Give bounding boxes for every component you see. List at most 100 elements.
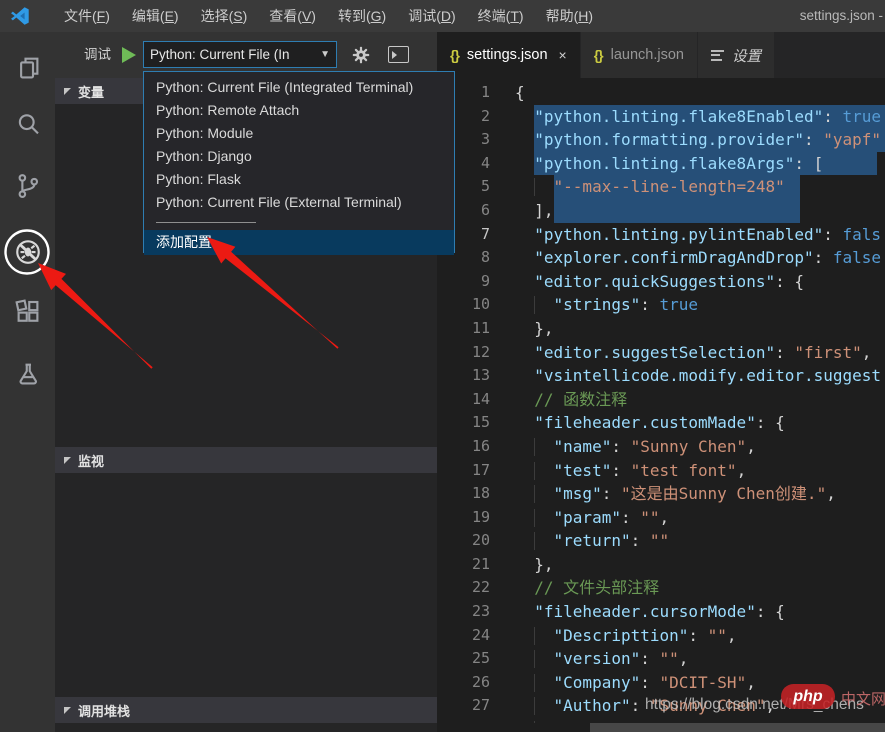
code-line[interactable]: 5"--max--line-length=248" — [437, 175, 885, 199]
line-content: "Descripttion": "", — [515, 624, 885, 648]
code-line[interactable]: 4"python.linting.flake8Args": [ — [437, 152, 885, 176]
line-content: "python.formatting.provider": "yapf" — [515, 128, 885, 152]
code-text: "python.linting.flake8Args": [ — [534, 152, 823, 176]
line-number: 24 — [437, 624, 490, 648]
indent-guide — [534, 485, 535, 503]
line-number: 26 — [437, 671, 490, 695]
line-number: 16 — [437, 435, 490, 459]
section-header-callstack[interactable]: 调用堆栈 — [55, 697, 437, 723]
code-text: "fileheader.cursorMode": { — [534, 600, 784, 624]
line-content: "fileheader.cursorMode": { — [515, 600, 885, 624]
code-text: // 文件头部注释 — [534, 576, 659, 600]
code-line[interactable]: 1{ — [437, 81, 885, 105]
close-icon[interactable]: × — [559, 47, 567, 63]
code-line[interactable]: 21}, — [437, 553, 885, 577]
line-number: 17 — [437, 459, 490, 483]
line-content: "editor.quickSuggestions": { — [515, 270, 885, 294]
code-text: "fileheader.customMade": { — [534, 411, 784, 435]
menu-t[interactable]: 终端(T) — [467, 0, 535, 32]
code-text: "vsintellicode.modify.editor.suggest — [534, 364, 881, 388]
tab-settings-json[interactable]: {}settings.json× — [437, 32, 580, 78]
add-configuration-item[interactable]: 添加配置... — [144, 230, 454, 255]
line-content: "--max--line-length=248" — [515, 175, 885, 199]
code-text: }, — [534, 553, 553, 577]
line-content: "editor.suggestSelection": "first", — [515, 341, 885, 365]
start-debug-button[interactable] — [122, 47, 136, 63]
line-number: 25 — [437, 647, 490, 671]
code-line[interactable]: 19"param": "", — [437, 506, 885, 530]
twistie-icon — [64, 457, 71, 464]
menu-h[interactable]: 帮助(H) — [535, 0, 604, 32]
dropdown-item[interactable]: Python: Current File (External Terminal) — [144, 191, 454, 214]
code-line[interactable]: 6], — [437, 199, 885, 223]
line-content: "test": "test font", — [515, 459, 885, 483]
dropdown-item[interactable]: Python: Django — [144, 145, 454, 168]
indent-guide — [534, 650, 535, 668]
code-line[interactable]: 11}, — [437, 317, 885, 341]
title-bar: 文件(F)编辑(E)选择(S)查看(V)转到(G)调试(D)终端(T)帮助(H)… — [0, 0, 885, 32]
open-console-button[interactable] — [388, 46, 409, 63]
code-line[interactable]: 8"explorer.confirmDragAndDrop": false — [437, 246, 885, 270]
debug-config-select[interactable]: Python: Current File (In ▼ — [143, 41, 337, 68]
code-line[interactable]: 17 "test": "test font", — [437, 459, 885, 483]
line-content: // 函数注释 — [515, 388, 885, 412]
line-content: }, — [515, 317, 885, 341]
dropdown-item[interactable]: Python: Remote Attach — [144, 99, 454, 122]
terminal-icon — [392, 51, 397, 59]
line-number: 19 — [437, 506, 490, 530]
dropdown-item[interactable]: Python: Flask — [144, 168, 454, 191]
code-line[interactable]: 20"return": "" — [437, 529, 885, 553]
tab--[interactable]: 设置 — [698, 32, 774, 78]
code-line[interactable]: 14// 函数注释 — [437, 388, 885, 412]
code-text: "editor.quickSuggestions": { — [534, 270, 804, 294]
line-content: "return": "" — [515, 529, 885, 553]
section-label: 监视 — [78, 451, 104, 470]
source-control-icon[interactable] — [0, 166, 55, 206]
code-line[interactable]: 2"python.linting.flake8Enabled": true — [437, 105, 885, 129]
code-line[interactable]: 24 "Descripttion": "", — [437, 624, 885, 648]
tab-launch-json[interactable]: {}launch.json — [581, 32, 697, 78]
code-text: "Descripttion": "", — [554, 624, 737, 648]
debug-icon[interactable] — [0, 232, 55, 272]
line-number: 12 — [437, 341, 490, 365]
dropdown-item[interactable]: Python: Current File (Integrated Termina… — [144, 76, 454, 99]
configure-gear-button[interactable] — [348, 42, 374, 68]
section-header-watch[interactable]: 监视 — [55, 447, 437, 473]
line-content: "python.linting.pylintEnabled": fals — [515, 223, 885, 247]
line-content: "strings": true — [515, 293, 885, 317]
tab-label: settings.json — [467, 47, 548, 63]
code-line[interactable]: 16 "name": "Sunny Chen", — [437, 435, 885, 459]
code-line[interactable]: 18"msg": "这是由Sunny Chen创建.", — [437, 482, 885, 506]
extensions-icon[interactable] — [0, 292, 55, 332]
code-text: }, — [534, 317, 553, 341]
scrollbar-thumb[interactable] — [590, 723, 885, 732]
explorer-icon[interactable] — [0, 48, 55, 88]
code-line[interactable]: 12 "editor.suggestSelection": "first", — [437, 341, 885, 365]
code-line[interactable]: 10"strings": true — [437, 293, 885, 317]
section-label: 变量 — [78, 82, 104, 101]
code-line[interactable]: 13"vsintellicode.modify.editor.suggest — [437, 364, 885, 388]
menu-d[interactable]: 调试(D) — [397, 0, 466, 32]
code-line[interactable]: 7"python.linting.pylintEnabled": fals — [437, 223, 885, 247]
code-text: "python.linting.flake8Enabled": true — [534, 105, 881, 129]
code-line[interactable]: 15"fileheader.customMade": { — [437, 411, 885, 435]
menu-e[interactable]: 编辑(E) — [121, 0, 190, 32]
search-icon[interactable] — [0, 104, 55, 144]
menu-f[interactable]: 文件(F) — [53, 0, 121, 32]
code-line[interactable]: 22// 文件头部注释 — [437, 576, 885, 600]
dropdown-item[interactable]: Python: Module — [144, 122, 454, 145]
menu-v[interactable]: 查看(V) — [258, 0, 327, 32]
menu-s[interactable]: 选择(S) — [190, 0, 259, 32]
indent-guide — [534, 697, 535, 715]
code-line[interactable]: 25 "version": "", — [437, 647, 885, 671]
line-content: "version": "", — [515, 647, 885, 671]
test-beaker-icon[interactable] — [0, 354, 55, 394]
code-line[interactable]: 23"fileheader.cursorMode": { — [437, 600, 885, 624]
chevron-down-icon: ▼ — [320, 49, 330, 60]
code-text: "name": "Sunny Chen", — [554, 435, 756, 459]
section-label: 调用堆栈 — [78, 701, 130, 720]
code-line[interactable]: 3"python.formatting.provider": "yapf" — [437, 128, 885, 152]
code-editor[interactable]: 1{2"python.linting.flake8Enabled": true3… — [437, 78, 885, 732]
code-line[interactable]: 9"editor.quickSuggestions": { — [437, 270, 885, 294]
menu-g[interactable]: 转到(G) — [327, 0, 397, 32]
